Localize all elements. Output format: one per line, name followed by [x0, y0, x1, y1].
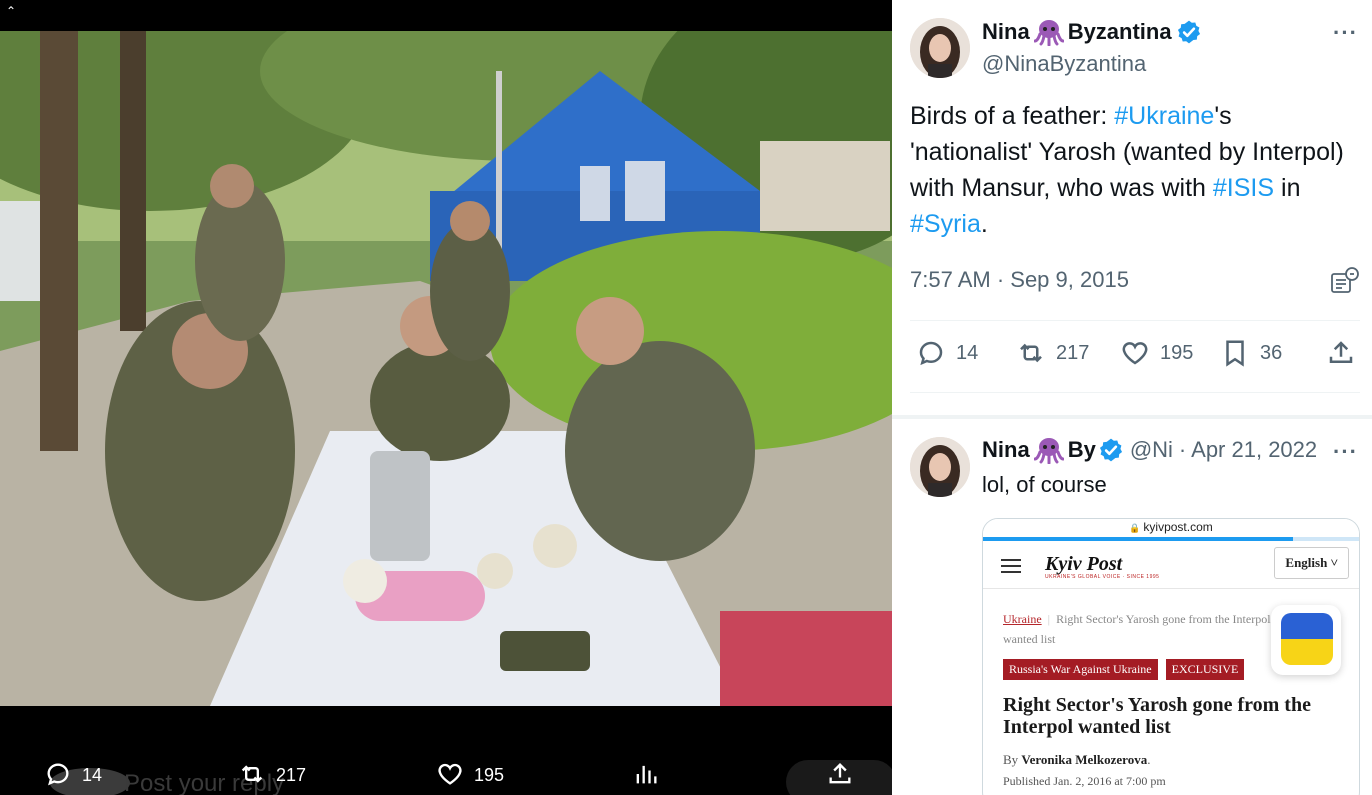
- more-options-icon[interactable]: ···: [1333, 20, 1358, 46]
- reply-more-options-icon[interactable]: ···: [1333, 439, 1358, 465]
- heart-icon: [438, 763, 462, 785]
- verified-badge-icon[interactable]: [1098, 437, 1124, 463]
- language-select: English ˅: [1274, 547, 1349, 579]
- viewer-repost-button[interactable]: 217: [238, 760, 306, 788]
- avatar-portrait: [910, 18, 970, 78]
- hashtag-ukraine[interactable]: #Ukraine: [1114, 102, 1214, 130]
- breadcrumb-section: Ukraine: [1003, 612, 1042, 626]
- viewer-like-button[interactable]: 195: [436, 760, 504, 788]
- reply-author-first-name: Nina: [982, 437, 1030, 462]
- article-published: Published Jan. 2, 2016 at 7:00 pm: [1003, 774, 1166, 788]
- language-value: English: [1285, 555, 1328, 570]
- octopus-icon: [1033, 20, 1064, 46]
- heart-icon: [1122, 342, 1148, 365]
- viewer-reply-button[interactable]: 14: [44, 760, 102, 788]
- share-button[interactable]: [1326, 338, 1366, 368]
- author-avatar[interactable]: [910, 18, 970, 78]
- hashtag-isis[interactable]: #ISIS: [1213, 174, 1274, 202]
- kyivpost-header: Kyiv Post UKRAINE'S GLOBAL VOICE · SINCE…: [983, 541, 1359, 589]
- bookmark-icon: [1226, 340, 1244, 367]
- repost-icon: [1020, 343, 1042, 363]
- hashtag-syria[interactable]: #Syria: [910, 210, 981, 238]
- tweet-photo[interactable]: [0, 31, 892, 706]
- breadcrumb-title: Right Sector's Yarosh gone from the Inte…: [1003, 612, 1271, 646]
- reply-date[interactable]: · Apr 21, 2022: [1179, 437, 1317, 463]
- reply-handle-truncated: @Ni: [1129, 437, 1173, 462]
- kyivpost-logo: Kyiv Post: [1045, 553, 1123, 575]
- hamburger-menu-icon: [1001, 559, 1021, 577]
- reply-author-avatar[interactable]: [910, 437, 970, 497]
- author-handle[interactable]: @NinaByzantina: [982, 51, 1146, 77]
- tweet-text-part: .: [980, 210, 988, 238]
- viewer-views-button[interactable]: [632, 760, 670, 788]
- photo-illustration: [0, 31, 892, 706]
- reply-count: 14: [956, 341, 979, 364]
- media-viewer: ⌃ Post your reply 14 217 195: [0, 0, 892, 795]
- breadcrumb-divider: |: [1047, 612, 1051, 626]
- bookmark-button[interactable]: 36: [1220, 338, 1282, 368]
- octopus-icon: [1033, 438, 1064, 464]
- kyivpost-tagline: UKRAINE'S GLOBAL VOICE · SINCE 1995: [1045, 574, 1160, 580]
- tweet-timestamp[interactable]: 7:57 AM · Sep 9, 2015: [910, 267, 1129, 293]
- byline-label: By: [1003, 752, 1019, 767]
- repost-icon: [241, 765, 263, 783]
- article-breadcrumb: Ukraine | Right Sector's Yarosh gone from …: [1003, 609, 1273, 649]
- tweet-text: Birds of a feather: #Ukraine's 'national…: [910, 98, 1350, 242]
- reply-author-line[interactable]: Nina By @Ni · Apr 21, 2022: [982, 436, 1317, 464]
- repost-button[interactable]: 217: [1016, 338, 1089, 368]
- article-headline: Right Sector's Yarosh gone from the Inte…: [1003, 694, 1311, 738]
- reply-author-last-name-truncated: By: [1067, 437, 1096, 462]
- ukraine-flag-icon: [1271, 605, 1341, 675]
- chevron-down-icon: ˅: [1330, 555, 1338, 570]
- tweet-text-part: in: [1274, 174, 1301, 202]
- embed-url-bar: 🔒 kyivpost.com: [983, 519, 1359, 537]
- engagement-bar: 14 217 195 36: [910, 338, 1360, 378]
- tweet-text-part: Birds of a feather:: [910, 102, 1115, 130]
- comment-icon: [919, 341, 943, 366]
- reply-button[interactable]: 14: [916, 338, 978, 368]
- article-author: Veronika Melkozerova: [1021, 752, 1148, 767]
- viewer-like-count: 195: [474, 764, 505, 785]
- analytics-bars-icon: [636, 765, 657, 784]
- divider: [910, 392, 1360, 393]
- author-name[interactable]: Nina Byzantina: [982, 18, 1202, 46]
- reply-text: lol, of course: [982, 472, 1107, 497]
- repost-count: 217: [1056, 341, 1090, 364]
- like-button[interactable]: 195: [1120, 338, 1193, 368]
- badge-exclusive: EXCLUSIVE: [1165, 659, 1245, 680]
- author-last-name: Byzantina: [1067, 19, 1172, 44]
- avatar-portrait: [910, 437, 970, 497]
- thread-panel: Nina Byzantina @NinaByzantina ··· Birds …: [892, 0, 1372, 795]
- viewer-action-bar: 14 217 195: [0, 752, 892, 795]
- share-icon: [1329, 341, 1353, 363]
- divider: [910, 320, 1360, 321]
- chevron-up-icon[interactable]: ⌃: [4, 4, 18, 18]
- comment-icon: [47, 763, 69, 786]
- viewer-reply-count: 14: [82, 764, 103, 785]
- article-byline: By Veronika Melkozerova.: [1003, 752, 1151, 767]
- badge-war: Russia's War Against Ukraine: [1003, 659, 1158, 680]
- embed-url: kyivpost.com: [1143, 520, 1213, 534]
- viewer-repost-count: 217: [276, 764, 307, 785]
- lock-icon: 🔒: [1129, 523, 1141, 533]
- verified-badge-icon[interactable]: [1176, 19, 1202, 45]
- reply-embedded-image[interactable]: 🔒 kyivpost.com Kyiv Post UKRAINE'S GLOBAL…: [982, 518, 1360, 795]
- like-count: 195: [1160, 341, 1194, 364]
- translate-note-icon[interactable]: [1330, 266, 1360, 296]
- author-first-name: Nina: [982, 19, 1030, 44]
- viewer-share-button[interactable]: [826, 760, 864, 788]
- thread-separator: [892, 415, 1372, 419]
- share-icon: [829, 763, 851, 784]
- bookmark-count: 36: [1260, 341, 1283, 364]
